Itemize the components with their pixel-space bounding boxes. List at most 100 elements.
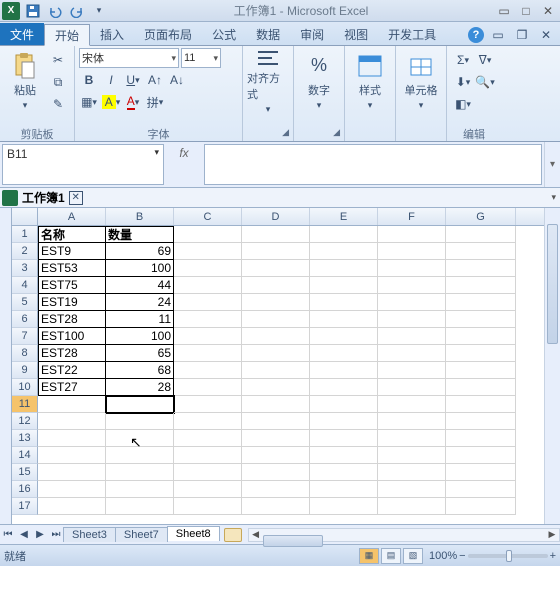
- cell[interactable]: [378, 430, 446, 447]
- cell[interactable]: [446, 362, 516, 379]
- cell[interactable]: [38, 447, 106, 464]
- cell[interactable]: [310, 277, 378, 294]
- cell[interactable]: [378, 464, 446, 481]
- name-box[interactable]: B11▾: [2, 144, 164, 185]
- cell[interactable]: [378, 379, 446, 396]
- cell[interactable]: [38, 498, 106, 515]
- sheet-tab-2[interactable]: Sheet7: [115, 527, 168, 542]
- column-header[interactable]: F: [378, 208, 446, 225]
- row-header[interactable]: 9: [12, 362, 38, 379]
- help-icon[interactable]: ?: [468, 27, 484, 43]
- cell[interactable]: [174, 481, 242, 498]
- cell[interactable]: EST27: [38, 379, 106, 396]
- cell[interactable]: [174, 464, 242, 481]
- cell[interactable]: EST75: [38, 277, 106, 294]
- row-header[interactable]: 2: [12, 243, 38, 260]
- paste-button[interactable]: 粘贴 ▾: [4, 48, 46, 114]
- cell[interactable]: [242, 328, 310, 345]
- decrease-font-icon[interactable]: A↓: [167, 70, 187, 90]
- cell[interactable]: 28: [106, 379, 174, 396]
- italic-button[interactable]: I: [101, 70, 121, 90]
- cell[interactable]: [378, 260, 446, 277]
- select-all-corner[interactable]: [12, 208, 38, 225]
- cell[interactable]: [174, 277, 242, 294]
- cell[interactable]: [446, 226, 516, 243]
- new-sheet-button[interactable]: [224, 528, 242, 542]
- tab-data[interactable]: 数据: [246, 23, 290, 45]
- cell[interactable]: EST28: [38, 345, 106, 362]
- cell[interactable]: [378, 277, 446, 294]
- scrollbar-thumb[interactable]: [263, 535, 323, 547]
- cell[interactable]: 100: [106, 260, 174, 277]
- cell[interactable]: [378, 481, 446, 498]
- formula-input[interactable]: [204, 144, 542, 185]
- cell[interactable]: [242, 294, 310, 311]
- cell[interactable]: [446, 396, 516, 413]
- align-button[interactable]: 对齐方式▾: [247, 48, 289, 114]
- maximize-button[interactable]: □: [516, 3, 536, 19]
- cell[interactable]: 100: [106, 328, 174, 345]
- tab-dev[interactable]: 开发工具: [378, 23, 446, 45]
- cell[interactable]: [174, 328, 242, 345]
- cell[interactable]: [310, 396, 378, 413]
- cell[interactable]: [174, 447, 242, 464]
- cell[interactable]: [310, 413, 378, 430]
- cell[interactable]: [106, 396, 174, 413]
- cell[interactable]: 44: [106, 277, 174, 294]
- cell[interactable]: 65: [106, 345, 174, 362]
- sheet-tab-1[interactable]: Sheet3: [63, 527, 116, 542]
- workbook-dropdown-icon[interactable]: ▾: [551, 192, 558, 203]
- scroll-left-icon[interactable]: ◀: [249, 529, 263, 540]
- cell[interactable]: [310, 447, 378, 464]
- tab-review[interactable]: 审阅: [290, 23, 334, 45]
- column-header[interactable]: C: [174, 208, 242, 225]
- row-header[interactable]: 10: [12, 379, 38, 396]
- cell[interactable]: [446, 464, 516, 481]
- minimize-button[interactable]: ▭: [494, 3, 514, 19]
- view-normal-icon[interactable]: ▦: [359, 548, 379, 564]
- vertical-scrollbar[interactable]: [544, 208, 560, 524]
- cell[interactable]: [446, 260, 516, 277]
- cell[interactable]: [242, 260, 310, 277]
- cell[interactable]: [310, 464, 378, 481]
- cell[interactable]: EST53: [38, 260, 106, 277]
- tab-view[interactable]: 视图: [334, 23, 378, 45]
- cell[interactable]: EST19: [38, 294, 106, 311]
- redo-icon[interactable]: [68, 2, 86, 20]
- tab-file[interactable]: 文件: [0, 23, 44, 45]
- cell[interactable]: [446, 243, 516, 260]
- cell[interactable]: [106, 481, 174, 498]
- row-header[interactable]: 7: [12, 328, 38, 345]
- row-header[interactable]: 3: [12, 260, 38, 277]
- workbook-close-icon[interactable]: ✕: [69, 191, 83, 205]
- tab-home[interactable]: 开始: [44, 24, 90, 46]
- cell[interactable]: [106, 413, 174, 430]
- cell[interactable]: [174, 260, 242, 277]
- cell[interactable]: [378, 396, 446, 413]
- cell[interactable]: [378, 243, 446, 260]
- zoom-slider[interactable]: [468, 554, 548, 558]
- cell[interactable]: [242, 498, 310, 515]
- row-header[interactable]: 1: [12, 226, 38, 243]
- column-header[interactable]: E: [310, 208, 378, 225]
- cell[interactable]: [378, 294, 446, 311]
- cell[interactable]: [310, 328, 378, 345]
- cell[interactable]: [378, 328, 446, 345]
- cell[interactable]: [310, 430, 378, 447]
- cell[interactable]: EST22: [38, 362, 106, 379]
- increase-font-icon[interactable]: A↑: [145, 70, 165, 90]
- cell[interactable]: 24: [106, 294, 174, 311]
- column-header[interactable]: D: [242, 208, 310, 225]
- cell[interactable]: [174, 243, 242, 260]
- cell[interactable]: [446, 481, 516, 498]
- cell[interactable]: [446, 430, 516, 447]
- save-icon[interactable]: [24, 2, 42, 20]
- cell[interactable]: [174, 311, 242, 328]
- chevron-down-icon[interactable]: ▾: [171, 53, 176, 64]
- cell[interactable]: [242, 430, 310, 447]
- zoom-thumb[interactable]: [506, 550, 512, 562]
- tab-nav-first-icon[interactable]: ⏮: [0, 527, 16, 543]
- cell[interactable]: 69: [106, 243, 174, 260]
- column-header[interactable]: A: [38, 208, 106, 225]
- font-size-combo[interactable]: 11▾: [181, 48, 221, 68]
